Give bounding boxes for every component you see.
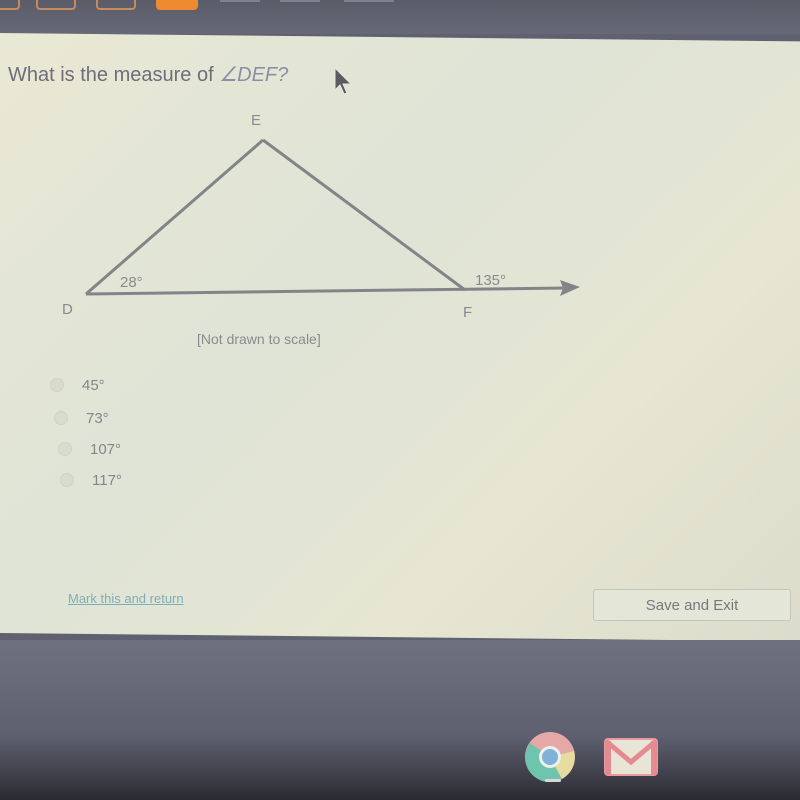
toolbar-divider: [344, 0, 394, 2]
angle-label-d: 28°: [120, 274, 143, 291]
option-label: 73°: [86, 409, 109, 427]
toolbar-button[interactable]: [36, 0, 76, 10]
os-shelf: [0, 640, 800, 800]
not-to-scale-note: [Not drawn to scale]: [197, 331, 321, 347]
toolbar-button-active[interactable]: [156, 0, 198, 10]
option-item[interactable]: 45°: [50, 375, 105, 395]
question-prefix: What is the measure of: [8, 64, 220, 86]
toolbar-divider: [220, 0, 260, 2]
mouse-cursor-icon: [334, 66, 353, 95]
option-item[interactable]: 73°: [54, 408, 109, 428]
toolbar-button[interactable]: [96, 0, 136, 10]
option-item[interactable]: 107°: [58, 439, 121, 459]
save-and-exit-button[interactable]: Save and Exit: [593, 589, 791, 621]
option-item[interactable]: 117°: [60, 470, 122, 490]
toolbar-divider: [280, 0, 320, 2]
question-angle: ∠DEF?: [219, 64, 289, 86]
gmail-icon[interactable]: [604, 738, 658, 776]
option-label: 45°: [82, 376, 105, 394]
top-toolbar: [0, 0, 800, 34]
question-text: What is the measure of ∠DEF?: [8, 62, 288, 87]
triangle-diagram: E D F 28° 135°: [62, 112, 580, 321]
vertex-label-d: D: [62, 301, 73, 318]
radio-button[interactable]: [54, 411, 68, 425]
mark-and-return-link[interactable]: Mark this and return: [68, 591, 184, 606]
option-label: 107°: [90, 440, 122, 458]
radio-button[interactable]: [60, 473, 74, 487]
side-de: [85, 138, 264, 296]
active-app-indicator: [545, 779, 561, 782]
side-ef: [262, 138, 466, 292]
option-label: 117°: [92, 471, 122, 489]
radio-button[interactable]: [58, 442, 72, 456]
chrome-icon[interactable]: [524, 731, 576, 783]
ray-arrowhead-icon: [560, 280, 580, 296]
toolbar-button[interactable]: [0, 0, 20, 10]
vertex-label-e: E: [251, 112, 261, 129]
angle-label-exterior-f: 135°: [475, 272, 506, 289]
radio-button[interactable]: [50, 378, 64, 392]
vertex-label-f: F: [463, 304, 472, 321]
